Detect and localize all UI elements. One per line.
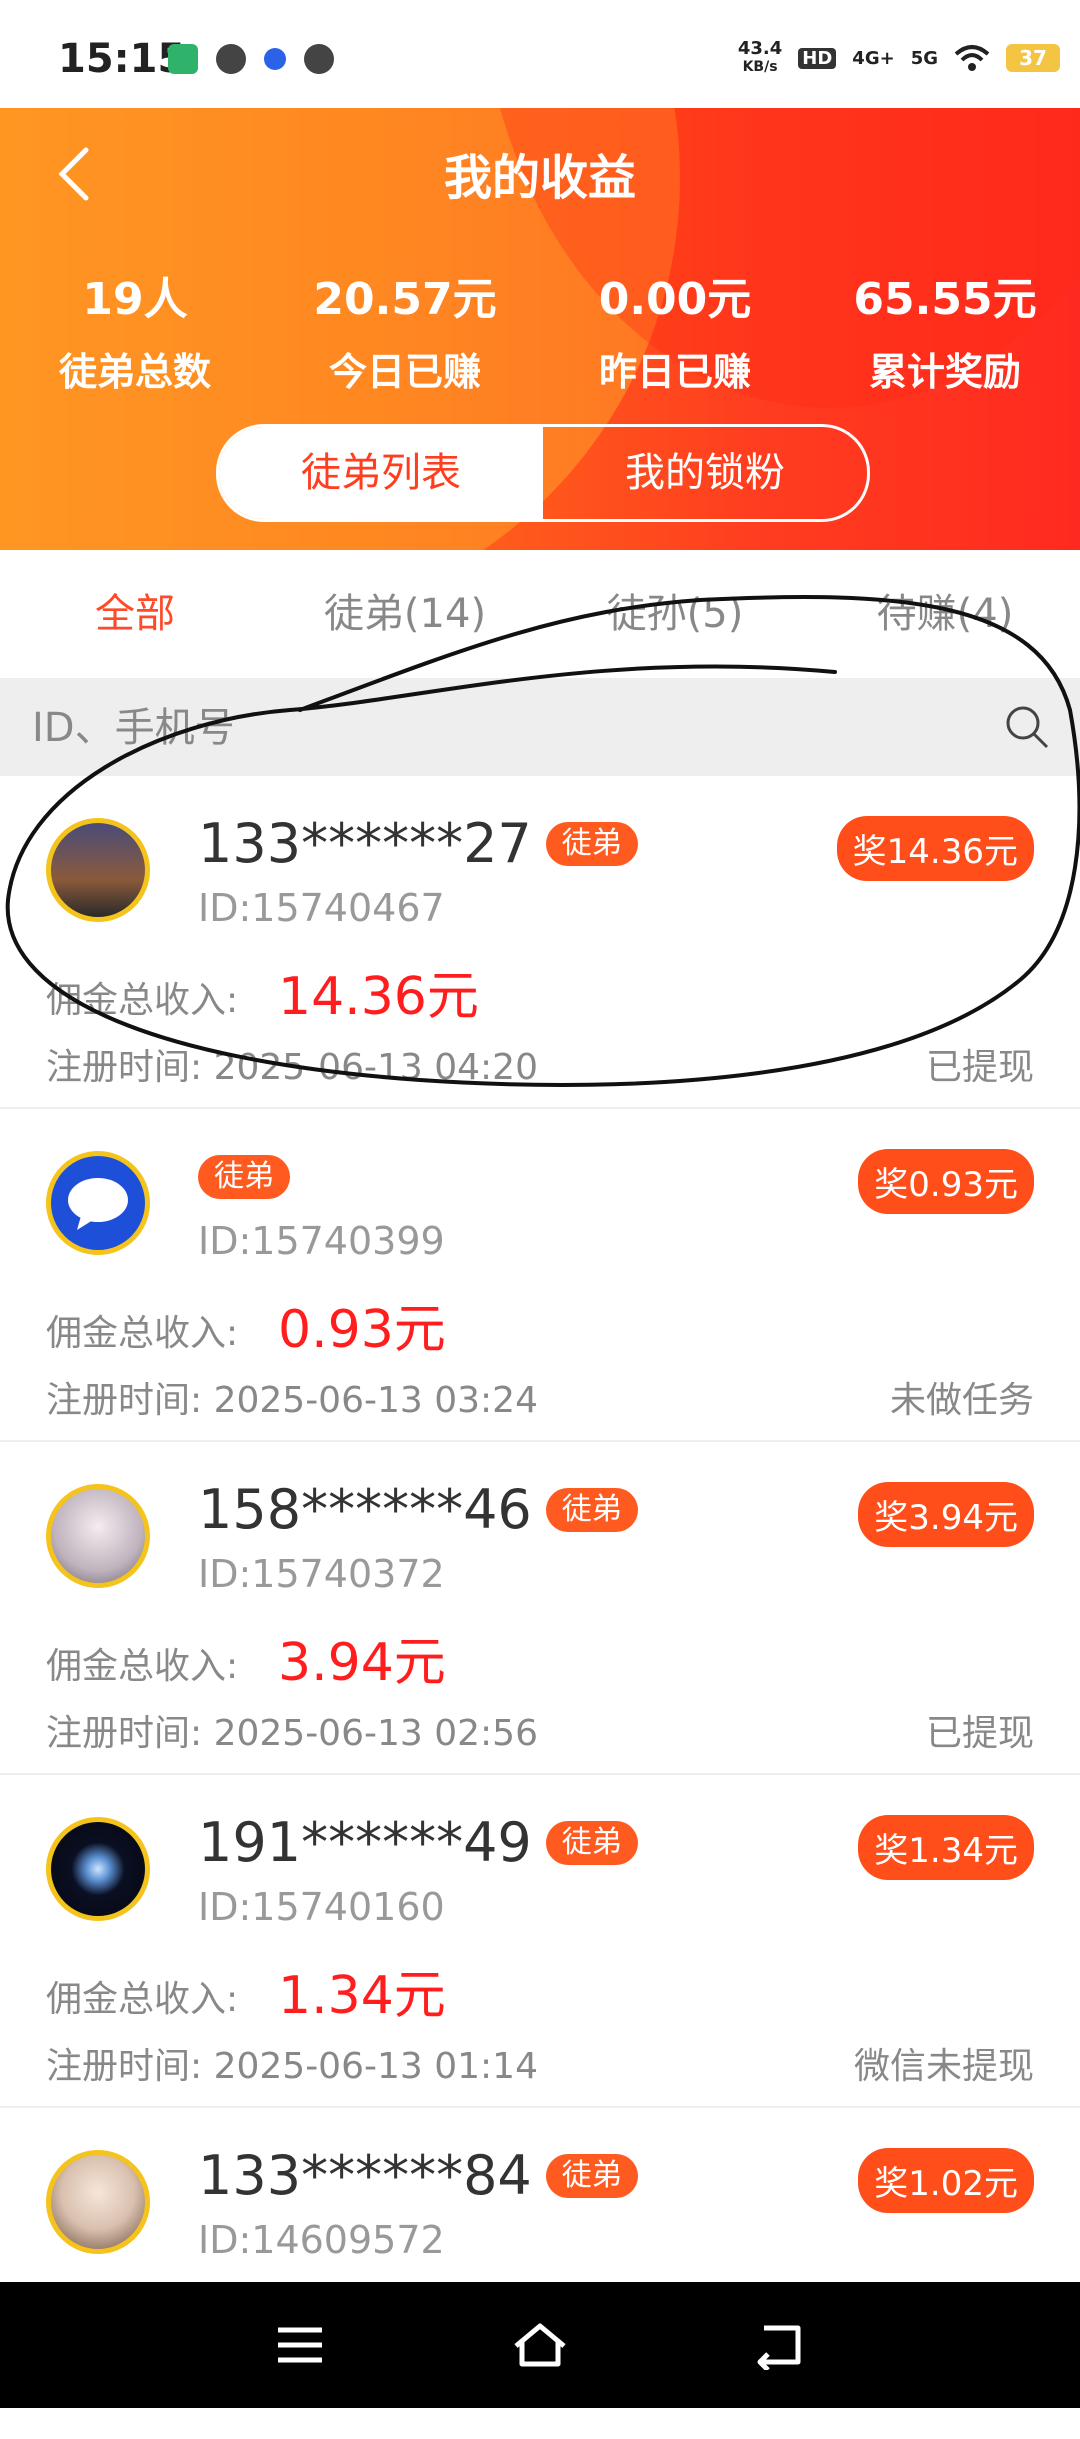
income-value: 14.36元 [278, 967, 479, 1027]
filter-tabs: 全部 徒弟(14) 徒孙(5) 待赚(4) [0, 550, 1080, 678]
user-id: ID:15740399 [198, 1219, 445, 1263]
withdraw-status: 已提现 [925, 1713, 1034, 1754]
phone-text: 158******46 [198, 1478, 532, 1541]
award-badge: 奖14.36元 [836, 816, 1034, 881]
phone-number: 158******46 徒弟 [198, 1478, 638, 1541]
income-value: 0.93元 [278, 1300, 446, 1360]
stat-disciples: 19人 徒弟总数 [0, 263, 270, 396]
list-item[interactable]: 133******27 徒弟 ID:15740467 奖14.36元 佣金总收入:… [0, 776, 1080, 1109]
avatar [46, 1484, 150, 1588]
withdraw-status: 未做任务 [889, 1380, 1034, 1421]
search-icon[interactable] [1002, 702, 1052, 752]
register-time: 注册时间: 2025-06-13 04:20 [46, 1047, 538, 1088]
stat-value: 0.00元 [598, 274, 752, 325]
role-tag: 徒弟 [545, 1487, 638, 1532]
phone-number: 133******27 徒弟 [198, 812, 638, 875]
avatar [46, 1817, 150, 1921]
baidu-icon [264, 48, 286, 70]
disciple-list: 133******27 徒弟 ID:15740467 奖14.36元 佣金总收入:… [0, 776, 1080, 2439]
award-badge: 奖3.94元 [858, 1482, 1034, 1547]
user-id: ID:15740467 [198, 886, 445, 930]
register-time: 注册时间: 2025-06-13 03:24 [46, 1380, 538, 1421]
tab-all[interactable]: 全部 [0, 550, 270, 678]
system-nav-bar [0, 2282, 1080, 2408]
signal-4g-icon: 4G+ [852, 47, 895, 69]
register-time: 注册时间: 2025-06-13 01:14 [46, 2046, 538, 2087]
stat-label: 徒弟总数 [58, 350, 211, 394]
search-bar [0, 678, 1080, 778]
phone-number: 133******84 徒弟 [198, 2144, 638, 2207]
menu-icon[interactable] [270, 2320, 330, 2370]
income-label: 佣金总收入: [46, 1979, 239, 2020]
signal-5g-icon: 5G [910, 47, 938, 69]
status-right: 43.4 KB/s HD 4G+ 5G 37 [738, 40, 1060, 76]
avatar [46, 818, 150, 922]
message-icon [216, 44, 246, 74]
network-speed-value: 43.4 [737, 38, 783, 59]
phone-text: 133******27 [198, 812, 532, 875]
list-item[interactable]: 徒弟 ID:15740399 奖0.93元 佣金总收入: 0.93元 注册时间:… [0, 1109, 1080, 1442]
status-bar: 15:15 43.4 KB/s HD 4G+ 5G 37 [0, 0, 1080, 108]
stat-value: 65.55元 [853, 274, 1037, 325]
avatar [46, 2150, 150, 2254]
income-label: 佣金总收入: [46, 980, 239, 1021]
user-id: ID:15740372 [198, 1552, 445, 1596]
segment-my-locked-fans[interactable]: 我的锁粉 [543, 427, 867, 519]
phone-text: 133******84 [198, 2144, 532, 2207]
income-label: 佣金总收入: [46, 1646, 239, 1687]
phone-number: 191******49 徒弟 [198, 1811, 638, 1874]
stat-today: 20.57元 今日已赚 [270, 263, 540, 396]
stat-label: 昨日已赚 [598, 350, 751, 394]
income-label: 佣金总收入: [46, 1313, 239, 1354]
role-tag: 徒弟 [545, 1820, 638, 1865]
list-item[interactable]: 191******49 徒弟 ID:15740160 奖1.34元 佣金总收入: … [0, 1775, 1080, 2108]
income-value: 3.94元 [278, 1633, 446, 1693]
stat-label: 累计奖励 [868, 350, 1021, 394]
role-tag: 徒弟 [545, 821, 638, 866]
withdraw-status: 已提现 [925, 1047, 1034, 1088]
tab-disciples[interactable]: 徒弟(14) [270, 550, 540, 678]
register-time: 注册时间: 2025-06-13 02:56 [46, 1713, 538, 1754]
user-id: ID:15740160 [198, 1885, 445, 1929]
stats-row: 19人 徒弟总数 20.57元 今日已赚 0.00元 昨日已赚 65.55元 累… [0, 263, 1080, 396]
income-value: 1.34元 [278, 1966, 446, 2026]
user-id: ID:14609572 [198, 2218, 445, 2262]
network-speed-unit: KB/s [742, 59, 778, 75]
home-icon[interactable] [510, 2320, 570, 2370]
award-badge: 奖1.02元 [858, 2148, 1034, 2213]
hd-icon: HD [798, 47, 837, 69]
stat-value: 19人 [82, 274, 188, 325]
role-tag: 徒弟 [198, 1155, 290, 1199]
back-icon[interactable] [750, 2320, 810, 2370]
phone-text: 191******49 [198, 1811, 532, 1874]
notification-icons [168, 44, 334, 74]
withdraw-status: 微信未提现 [853, 2046, 1034, 2087]
avatar [46, 1151, 150, 1255]
role-tag: 徒弟 [545, 2153, 638, 2198]
segment-control: 徒弟列表 我的锁粉 [216, 424, 870, 522]
stat-yesterday: 0.00元 昨日已赚 [540, 263, 810, 396]
wechat-icon [304, 44, 334, 74]
status-time: 15:15 [58, 36, 186, 82]
wifi-icon [954, 45, 990, 71]
earnings-header: 我的收益 19人 徒弟总数 20.57元 今日已赚 0.00元 昨日已赚 65.… [0, 108, 1080, 550]
stat-label: 今日已赚 [328, 350, 481, 394]
segment-disciple-list[interactable]: 徒弟列表 [219, 427, 543, 519]
award-badge: 奖1.34元 [858, 1815, 1034, 1880]
tab-grand-disciples[interactable]: 徒孙(5) [540, 550, 810, 678]
chat-bubble-icon [68, 1178, 128, 1230]
battery-icon: 37 [1006, 44, 1060, 72]
app-notification-icon [168, 44, 198, 74]
page-title: 我的收益 [443, 150, 636, 206]
stat-total-reward: 65.55元 累计奖励 [810, 263, 1080, 396]
tab-pending[interactable]: 待赚(4) [810, 550, 1080, 678]
stat-value: 20.57元 [313, 274, 497, 325]
list-item[interactable]: 158******46 徒弟 ID:15740372 奖3.94元 佣金总收入: … [0, 1442, 1080, 1775]
network-speed: 43.4 KB/s [738, 40, 782, 76]
search-input[interactable] [30, 678, 974, 778]
award-badge: 奖0.93元 [858, 1149, 1034, 1214]
